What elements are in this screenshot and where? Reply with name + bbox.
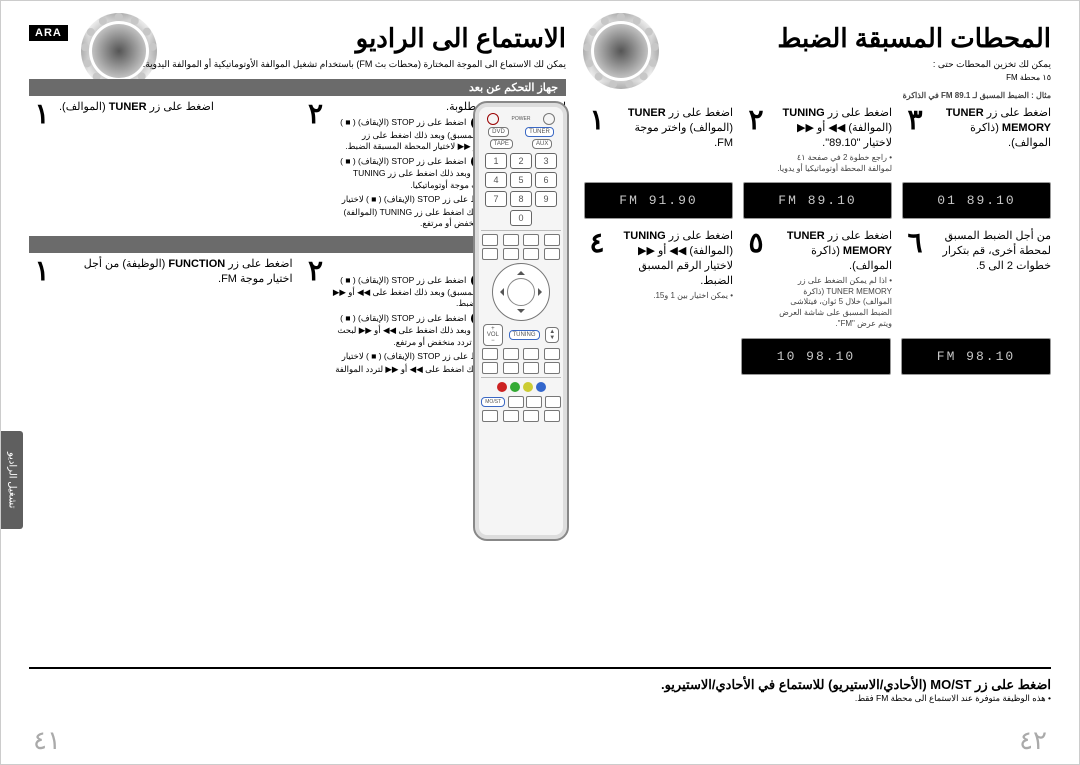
title-listen-radio: الاستماع الى الراديو [29, 23, 566, 54]
divider [29, 667, 1051, 669]
step-body: اضغط على زر TUNER MEMORY (ذاكرة الموالف)… [932, 106, 1051, 151]
intro-text: يمكن لك تخزين المحطات حتى : ١٥ محطة FM [584, 58, 1051, 83]
remote-control-illustration: POWER DVDTUNER TAPEAUX 123 456 789 0 +VO… [473, 101, 569, 541]
step-body: من أجل الضبط المسبق لمحطة أخرى، قم بتكرا… [932, 229, 1051, 274]
step-body: اضغط على زر TUNER (الموالف) واختر موجة F… [614, 106, 733, 151]
page-numbers: ٤٢ ٤١ [33, 725, 1047, 756]
step-note: • راجع خطوة 2 في صفحة ٤١ لموالفة المحطة … [773, 153, 892, 175]
step-number: ١ [584, 106, 610, 134]
step-number: ٣ [902, 106, 928, 134]
example-line: مثال : الضبط المسبق لـ FM 89.1 في الذاكر… [584, 91, 1051, 100]
step-note: • يمكن اختيار بين 1 و15. [614, 291, 733, 302]
step-number: ٢ [743, 106, 769, 134]
mo-st-line: اضغط على زر MO/ST (الأحادي/الاستيريو) لل… [29, 677, 1051, 693]
lcd-display: FM 98.10 [901, 338, 1051, 375]
step-note: • اذا لم يمكن الضغط على زر TUNER MEMORY … [773, 276, 892, 330]
page-number-left: ٤٢ [1019, 725, 1047, 756]
step-number: ١ [29, 257, 55, 285]
page-number-right: ٤١ [33, 725, 61, 756]
step-number: ٤ [584, 229, 610, 257]
section-remote-bar: جهاز التحكم عن بعد [29, 79, 566, 96]
step-number: ٥ [743, 229, 769, 257]
step-body: اضغط على زر FUNCTION (الوظيفة) من أجل اخ… [59, 257, 293, 287]
step-body: اضغط على زر TUNER (الموالف). [59, 100, 214, 115]
page-left: المحطات المسبقة الضبط يمكن لك تخزين المح… [584, 19, 1051, 659]
title-preset-stations: المحطات المسبقة الضبط [584, 23, 1051, 54]
step-body: اضغط على زر TUNER MEMORY (ذاكرة الموالف)… [773, 229, 892, 330]
lcd-display: FM 89.10 [743, 182, 892, 219]
lcd-display: FM 91.90 [584, 182, 733, 219]
intro-text: يمكن لك الاستماع الى الموجة المختارة (مح… [29, 58, 566, 71]
section-side-tab: تشغيل الراديو [1, 431, 23, 529]
step-body: اضغط على زر TUNING (الموالفة) ◀◀ أو ▶▶ ل… [773, 106, 892, 174]
mo-st-note: • هذه الوظيفة متوفرة عند الاستماع الى مح… [29, 693, 1051, 704]
step-body: اضغط على زر TUNING (الموالفة) ◀◀ أو ▶▶ ل… [614, 229, 733, 301]
lcd-display: 10 98.10 [741, 338, 891, 375]
lcd-display: 01 89.10 [902, 182, 1051, 219]
step-number: ١ [29, 100, 55, 128]
step-number: ٢ [303, 257, 329, 285]
step-number: ٢ [303, 100, 329, 128]
step-number: ٦ [902, 229, 928, 257]
